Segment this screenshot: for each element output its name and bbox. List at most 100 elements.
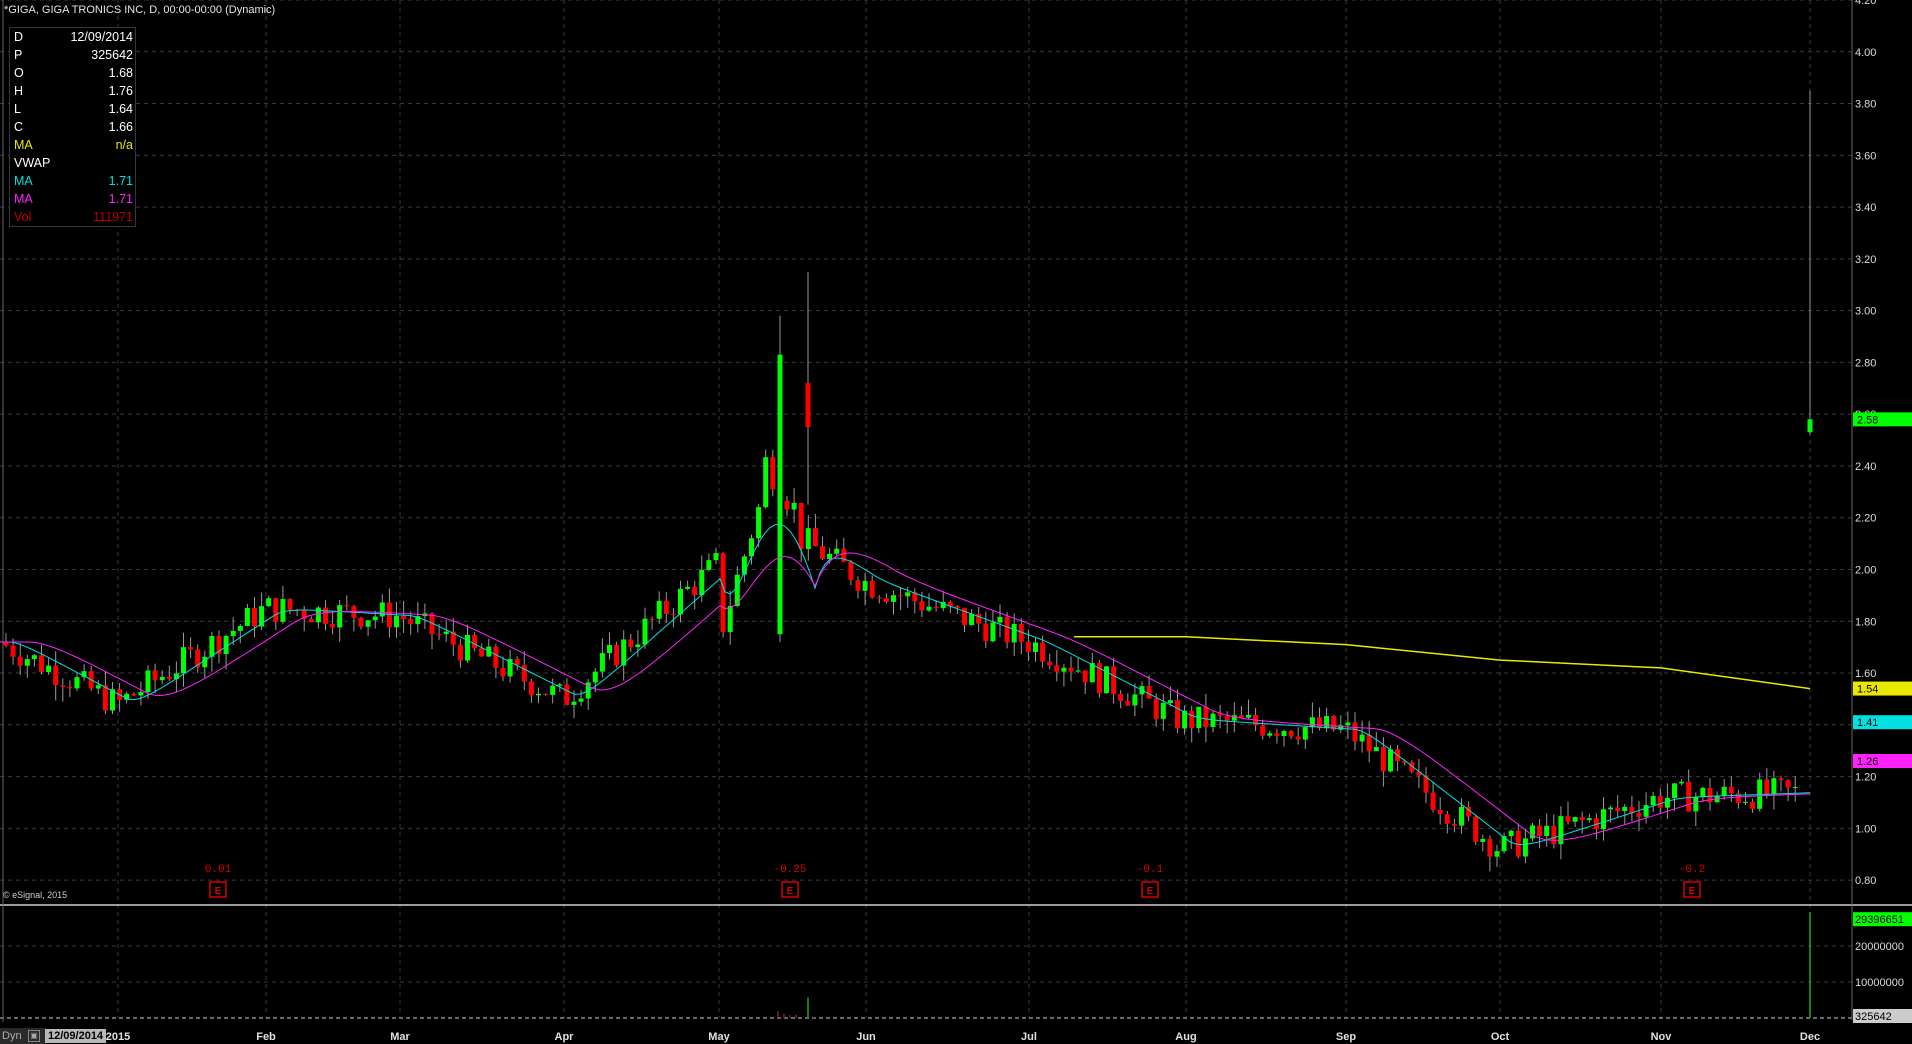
candle-body (564, 684, 570, 705)
volume-bar (777, 1011, 779, 1018)
candle-body (557, 684, 563, 686)
earnings-icon-letter: E (1147, 886, 1154, 897)
candle-body (1672, 783, 1677, 798)
data-window-row: MA n/a (10, 136, 135, 154)
candle-body (1480, 838, 1486, 842)
candle-body (642, 618, 648, 645)
current-date-box[interactable]: 12/09/2014 (45, 1029, 107, 1043)
volume-bar (789, 1015, 791, 1018)
calendar-icon[interactable]: ▣ (28, 1030, 40, 1042)
candle-body (323, 607, 328, 624)
candle-body (74, 677, 80, 689)
candle-body (1068, 667, 1074, 672)
candle-body (1167, 700, 1173, 704)
data-window-value: 1.64 (108, 102, 133, 116)
candle-body (1778, 778, 1784, 781)
candle-body (1615, 807, 1621, 812)
candle-body (1473, 816, 1479, 842)
candle-body (791, 502, 797, 510)
candle-body (521, 665, 527, 682)
candle-body (926, 606, 932, 611)
candle-body (607, 645, 612, 654)
ma-magenta-line (0, 552, 1811, 841)
y-tick-label: 1.80 (1855, 616, 1876, 628)
candle-body (1792, 787, 1798, 789)
candle-body (784, 500, 790, 510)
candle-body (635, 644, 641, 648)
volume-tag-label: 325642 (1855, 1011, 1892, 1023)
candle-body (1224, 715, 1230, 721)
price-chart[interactable]: 0.801.001.201.401.601.802.002.202.402.60… (0, 0, 1912, 1044)
candle-body (670, 614, 676, 616)
candle-body (1771, 778, 1777, 795)
y-tick-label: 1.60 (1855, 668, 1876, 680)
candle-body (1153, 698, 1159, 719)
candle-body (592, 671, 598, 683)
candle-body (1111, 666, 1117, 694)
price-tag-label: 1.54 (1857, 684, 1878, 696)
candle-body (1601, 809, 1606, 830)
candle-body (1750, 801, 1756, 809)
candle-body (1160, 703, 1166, 719)
data-window-row: P 325642 (10, 46, 135, 64)
volume-tag-label: 29396651 (1855, 914, 1904, 926)
candle-body (1274, 733, 1280, 736)
candle-body (1650, 795, 1656, 806)
candle-body (763, 457, 769, 508)
candle-body (436, 634, 442, 636)
candle-body (493, 646, 499, 668)
candle-body (727, 605, 733, 633)
data-window-key: VWAP (14, 156, 51, 170)
candle-body (1608, 807, 1614, 810)
price-tag-label: 1.26 (1857, 756, 1878, 768)
candle-body (720, 553, 726, 633)
candle-body (1345, 722, 1351, 726)
candle-body (550, 685, 556, 695)
candle-body (770, 457, 776, 490)
price-tag-label: 1.41 (1857, 717, 1878, 729)
candle-body (578, 698, 584, 702)
data-window-row: H 1.76 (10, 82, 135, 100)
candle-body (1011, 623, 1017, 643)
candle-body (53, 665, 59, 686)
candle-body (692, 586, 698, 596)
candle-body (1366, 734, 1372, 752)
data-window-value: 325642 (91, 48, 133, 62)
candle-body (685, 586, 691, 589)
candle-body (145, 670, 151, 692)
candle-body (1537, 825, 1543, 837)
candle-body (308, 618, 314, 623)
candle-body (1061, 667, 1067, 672)
earnings-icon-letter: E (787, 886, 794, 897)
y-tick-label: 4.00 (1855, 47, 1876, 59)
candle-body (798, 502, 804, 550)
candle-body (628, 639, 634, 648)
data-window-key: O (14, 66, 24, 80)
candle-body (1309, 717, 1315, 728)
candle-body (1281, 731, 1287, 736)
candle-body (1579, 816, 1585, 821)
candle-body (209, 635, 215, 657)
candle-body (365, 620, 371, 627)
candle-body (855, 580, 861, 591)
candle-body (805, 383, 811, 428)
candle-body (1004, 616, 1010, 643)
copyright-text: © eSignal, 2015 (3, 890, 68, 900)
earnings-value: -0.1 (1137, 864, 1164, 876)
x-tick-label: Apr (555, 1031, 575, 1043)
volume-bar (783, 1013, 785, 1018)
y-tick-label: 1.20 (1855, 772, 1876, 784)
chart-title-text: GIGA, GIGA TRONICS INC, D, 00:00-00:00 (… (8, 4, 276, 16)
candle-body (678, 588, 683, 615)
candle-body (479, 648, 485, 657)
candle-body (1444, 814, 1450, 824)
candle-body (898, 595, 904, 597)
candle-body (1373, 747, 1379, 752)
candle-body (465, 634, 470, 661)
y-tick-label: 2.00 (1855, 564, 1876, 576)
earnings-value: -0.25 (773, 864, 806, 876)
candle-body (46, 665, 52, 673)
data-window-value: 12/09/2014 (70, 30, 133, 44)
candle-body (1359, 734, 1365, 742)
data-window-key: H (14, 84, 24, 98)
